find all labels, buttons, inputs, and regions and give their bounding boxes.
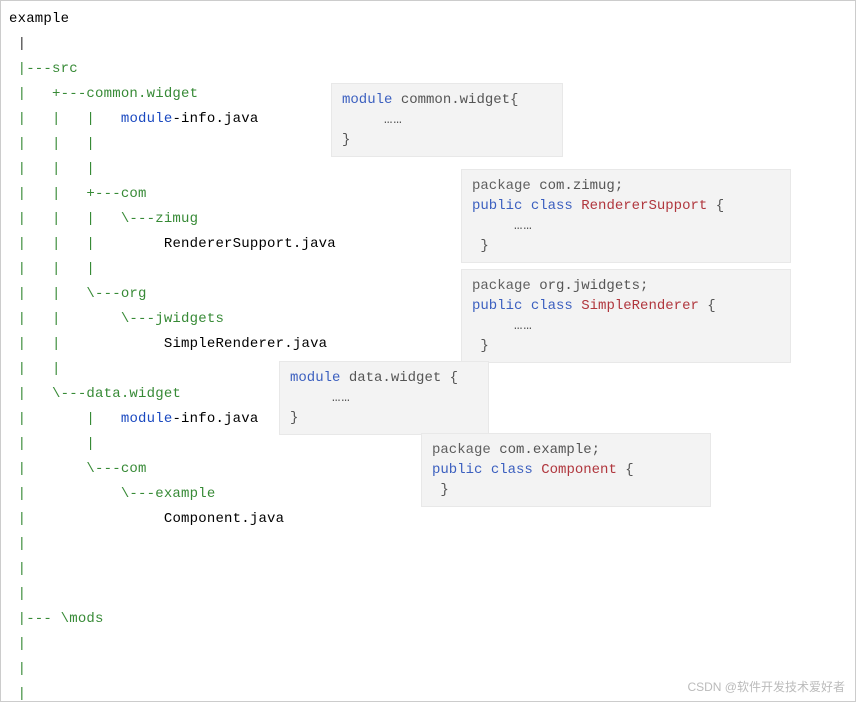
root-node: example (9, 11, 69, 27)
class-name: Component (541, 462, 617, 478)
close-brace: } (480, 238, 488, 254)
ellipsis: …… (332, 390, 351, 406)
src-folder: src (52, 61, 78, 77)
simple-renderer-snippet: package org.jwidgets; public class Simpl… (461, 269, 791, 363)
common-widget-module-snippet: module common.widget{ …… } (331, 83, 563, 157)
class-keyword: class (531, 298, 573, 314)
package-name: com.zimug; (539, 178, 623, 194)
ellipsis: …… (384, 112, 403, 128)
example-folder: example (155, 486, 215, 502)
module-info-keyword: module (121, 111, 173, 127)
mods-folder: \mods (61, 611, 104, 627)
module-keyword: module (290, 370, 340, 386)
close-brace: } (480, 338, 488, 354)
data-widget-module-snippet: module data.widget { …… } (279, 361, 489, 435)
watermark-text: CSDN @软件开发技术爱好者 (687, 678, 845, 695)
package-keyword: package (472, 278, 531, 294)
renderer-support-file: RendererSupport.java (164, 236, 336, 252)
open-brace: { (707, 298, 715, 314)
data-widget-folder: data.widget (86, 386, 181, 402)
close-brace: } (342, 132, 350, 148)
module-info-suffix-2: -info.java (172, 411, 258, 427)
module-info-suffix: -info.java (172, 111, 258, 127)
public-keyword: public (472, 198, 522, 214)
package-name: com.example; (499, 442, 600, 458)
jwidgets-folder: jwidgets (155, 311, 224, 327)
class-keyword: class (491, 462, 533, 478)
com-folder-2: com (121, 461, 147, 477)
ellipsis: …… (514, 218, 533, 234)
public-keyword: public (472, 298, 522, 314)
simple-renderer-file: SimpleRenderer.java (164, 336, 327, 352)
public-keyword: public (432, 462, 482, 478)
class-keyword: class (531, 198, 573, 214)
zimug-folder: zimug (155, 211, 198, 227)
common-widget-folder: common.widget (86, 86, 198, 102)
module-keyword: module (342, 92, 392, 108)
diagram-frame: example | |---src | +---common.widget | … (0, 0, 856, 702)
class-name: SimpleRenderer (581, 298, 699, 314)
package-keyword: package (432, 442, 491, 458)
ellipsis: …… (514, 318, 533, 334)
open-brace: { (716, 198, 724, 214)
open-brace: { (625, 462, 633, 478)
com-folder: com (121, 186, 147, 202)
package-name: org.jwidgets; (539, 278, 648, 294)
close-brace: } (440, 482, 448, 498)
close-brace: } (290, 410, 298, 426)
renderer-support-snippet: package com.zimug; public class Renderer… (461, 169, 791, 263)
module-name: common.widget{ (401, 92, 519, 108)
class-name: RendererSupport (581, 198, 707, 214)
component-snippet: package com.example; public class Compon… (421, 433, 711, 507)
module-info-keyword-2: module (121, 411, 173, 427)
module-name: data.widget { (349, 370, 458, 386)
component-file: Component.java (164, 511, 284, 527)
package-keyword: package (472, 178, 531, 194)
org-folder: org (121, 286, 147, 302)
